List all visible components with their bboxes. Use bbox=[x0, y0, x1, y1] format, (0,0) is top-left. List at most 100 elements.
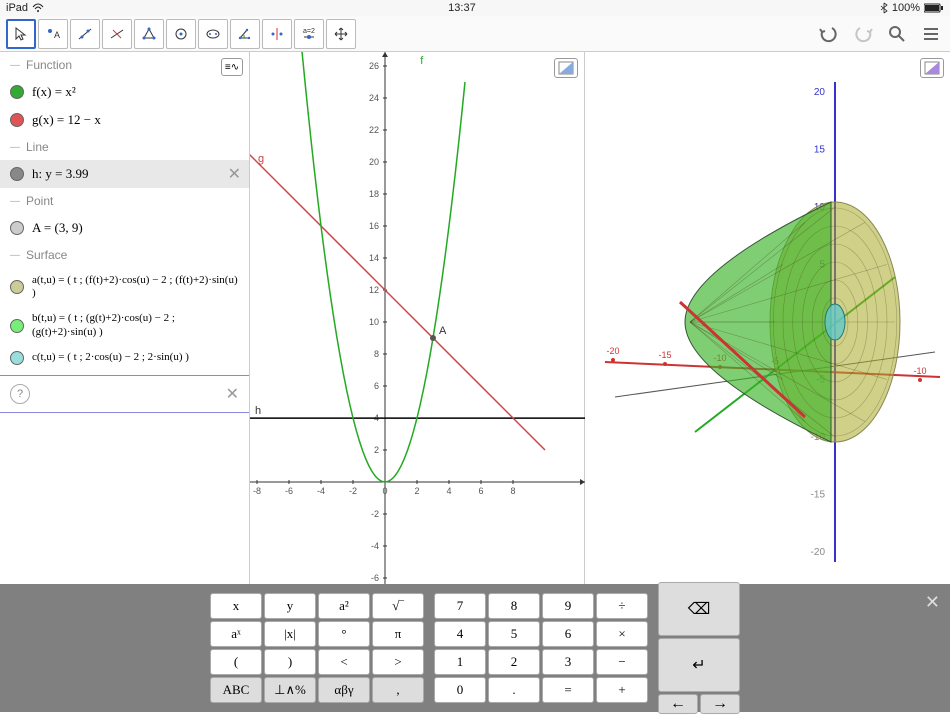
key-[interactable]: ⊥∧% bbox=[264, 677, 316, 703]
key-y[interactable]: y bbox=[264, 593, 316, 619]
key-x[interactable]: x bbox=[210, 593, 262, 619]
key-a[interactable]: a² bbox=[318, 593, 370, 619]
key-[interactable]: ) bbox=[264, 649, 316, 675]
graph-3d-canvas[interactable]: 2015105-5-10-15-20-20-15-10-5-10 bbox=[585, 52, 950, 584]
visibility-toggle[interactable] bbox=[10, 351, 24, 365]
key-6[interactable]: 6 bbox=[542, 621, 594, 647]
tool-reflect[interactable] bbox=[262, 19, 292, 49]
graphics-view-3d[interactable]: 2015105-5-10-15-20-20-15-10-5-10 bbox=[585, 52, 950, 584]
key-[interactable]: ( bbox=[210, 649, 262, 675]
key-ABC[interactable]: ABC bbox=[210, 677, 262, 703]
key-enter[interactable]: ↵ bbox=[658, 638, 740, 692]
key-9[interactable]: 9 bbox=[542, 593, 594, 619]
key-[interactable]: , bbox=[372, 677, 424, 703]
algebra-input[interactable] bbox=[38, 386, 218, 401]
key-[interactable]: > bbox=[372, 649, 424, 675]
svg-text:0: 0 bbox=[382, 486, 387, 496]
algebra-item[interactable]: b(t,u) = ( t ; (g(t)+2)·cos(u) − 2 ; (g(… bbox=[0, 306, 249, 344]
svg-text:6: 6 bbox=[478, 486, 483, 496]
svg-text:-2: -2 bbox=[349, 486, 357, 496]
key-8[interactable]: 8 bbox=[488, 593, 540, 619]
algebra-item[interactable]: g(x) = 12 − x bbox=[0, 106, 249, 134]
key-a[interactable]: aˣ bbox=[210, 621, 262, 647]
algebra-item[interactable]: h: y = 3.99 ✕ bbox=[0, 160, 249, 188]
key-right[interactable]: → bbox=[700, 694, 740, 714]
tool-ellipse[interactable] bbox=[198, 19, 228, 49]
svg-text:26: 26 bbox=[369, 61, 379, 71]
svg-text:-4: -4 bbox=[317, 486, 325, 496]
algebra-view-toggle[interactable]: ≡∿ bbox=[221, 58, 243, 76]
tool-polygon[interactable] bbox=[134, 19, 164, 49]
redo-button[interactable] bbox=[850, 21, 876, 47]
undo-button[interactable] bbox=[816, 21, 842, 47]
menu-button[interactable] bbox=[918, 21, 944, 47]
visibility-toggle[interactable] bbox=[10, 280, 24, 294]
tool-angle[interactable] bbox=[230, 19, 260, 49]
graph-2d-canvas[interactable]: -8-6-4-202468-6-4-2246810121416182022242… bbox=[250, 52, 585, 584]
algebra-item[interactable]: f(x) = x² bbox=[0, 78, 249, 106]
visibility-toggle[interactable] bbox=[10, 167, 24, 181]
key-[interactable]: < bbox=[318, 649, 370, 675]
visibility-toggle[interactable] bbox=[10, 85, 24, 99]
key-2[interactable]: 2 bbox=[488, 649, 540, 675]
toolbar: A a=2 bbox=[0, 16, 950, 52]
key-[interactable]: √‾ bbox=[372, 593, 424, 619]
visibility-toggle[interactable] bbox=[10, 221, 24, 235]
algebra-view: ≡∿ Functionf(x) = x²g(x) = 12 − xLineh: … bbox=[0, 52, 250, 584]
key-[interactable]: π bbox=[372, 621, 424, 647]
key-4[interactable]: 4 bbox=[434, 621, 486, 647]
help-button[interactable]: ? bbox=[10, 384, 30, 404]
item-expression: A = (3, 9) bbox=[32, 220, 83, 236]
item-expression: h: y = 3.99 bbox=[32, 166, 88, 182]
svg-text:-6: -6 bbox=[285, 486, 293, 496]
key-[interactable]: αβγ bbox=[318, 677, 370, 703]
tool-slider[interactable]: a=2 bbox=[294, 19, 324, 49]
visibility-toggle[interactable] bbox=[10, 113, 24, 127]
svg-text:8: 8 bbox=[510, 486, 515, 496]
key-[interactable]: × bbox=[596, 621, 648, 647]
algebra-item[interactable]: A = (3, 9) bbox=[0, 214, 249, 242]
key-[interactable]: . bbox=[488, 677, 540, 703]
key-[interactable]: − bbox=[596, 649, 648, 675]
algebra-item[interactable]: a(t,u) = ( t ; (f(t)+2)·cos(u) − 2 ; (f(… bbox=[0, 268, 249, 306]
key-1[interactable]: 1 bbox=[434, 649, 486, 675]
tool-point[interactable]: A bbox=[38, 19, 68, 49]
tool-perpendicular[interactable] bbox=[102, 19, 132, 49]
item-delete-button[interactable]: ✕ bbox=[228, 164, 241, 184]
search-button[interactable] bbox=[884, 21, 910, 47]
key-7[interactable]: 7 bbox=[434, 593, 486, 619]
tool-circle[interactable] bbox=[166, 19, 196, 49]
algebra-item[interactable]: c(t,u) = ( t ; 2·cos(u) − 2 ; 2·sin(u) ) bbox=[0, 345, 249, 371]
wifi-icon bbox=[32, 3, 44, 13]
section-header[interactable]: Surface bbox=[0, 242, 249, 268]
graphics-3d-toggle[interactable] bbox=[920, 58, 944, 78]
section-header[interactable]: Function bbox=[0, 52, 249, 78]
key-[interactable]: = bbox=[542, 677, 594, 703]
key-[interactable]: ° bbox=[318, 621, 370, 647]
key-[interactable]: + bbox=[596, 677, 648, 703]
graphics-2d-toggle[interactable] bbox=[554, 58, 578, 78]
key-x[interactable]: |x| bbox=[264, 621, 316, 647]
key-left[interactable]: ← bbox=[658, 694, 698, 714]
tool-line[interactable] bbox=[70, 19, 100, 49]
key-backspace[interactable]: ⌫ bbox=[658, 582, 740, 636]
section-header[interactable]: Line bbox=[0, 134, 249, 160]
keyboard-close-button[interactable]: ✕ bbox=[925, 592, 940, 613]
visibility-toggle[interactable] bbox=[10, 319, 24, 333]
svg-text:12: 12 bbox=[369, 285, 379, 295]
key-0[interactable]: 0 bbox=[434, 677, 486, 703]
tool-move[interactable] bbox=[326, 19, 356, 49]
key-5[interactable]: 5 bbox=[488, 621, 540, 647]
input-clear-button[interactable]: ✕ bbox=[226, 384, 239, 404]
svg-text:A: A bbox=[54, 30, 60, 40]
graphics-view-2d[interactable]: -8-6-4-202468-6-4-2246810121416182022242… bbox=[250, 52, 585, 584]
svg-text:-20: -20 bbox=[811, 547, 826, 558]
item-expression: b(t,u) = ( t ; (g(t)+2)·cos(u) − 2 ; (g(… bbox=[32, 312, 239, 338]
tool-pointer[interactable] bbox=[6, 19, 36, 49]
key-[interactable]: ÷ bbox=[596, 593, 648, 619]
svg-text:g: g bbox=[258, 153, 264, 165]
key-3[interactable]: 3 bbox=[542, 649, 594, 675]
svg-text:15: 15 bbox=[814, 145, 826, 156]
section-header[interactable]: Point bbox=[0, 188, 249, 214]
item-expression: g(x) = 12 − x bbox=[32, 112, 101, 128]
